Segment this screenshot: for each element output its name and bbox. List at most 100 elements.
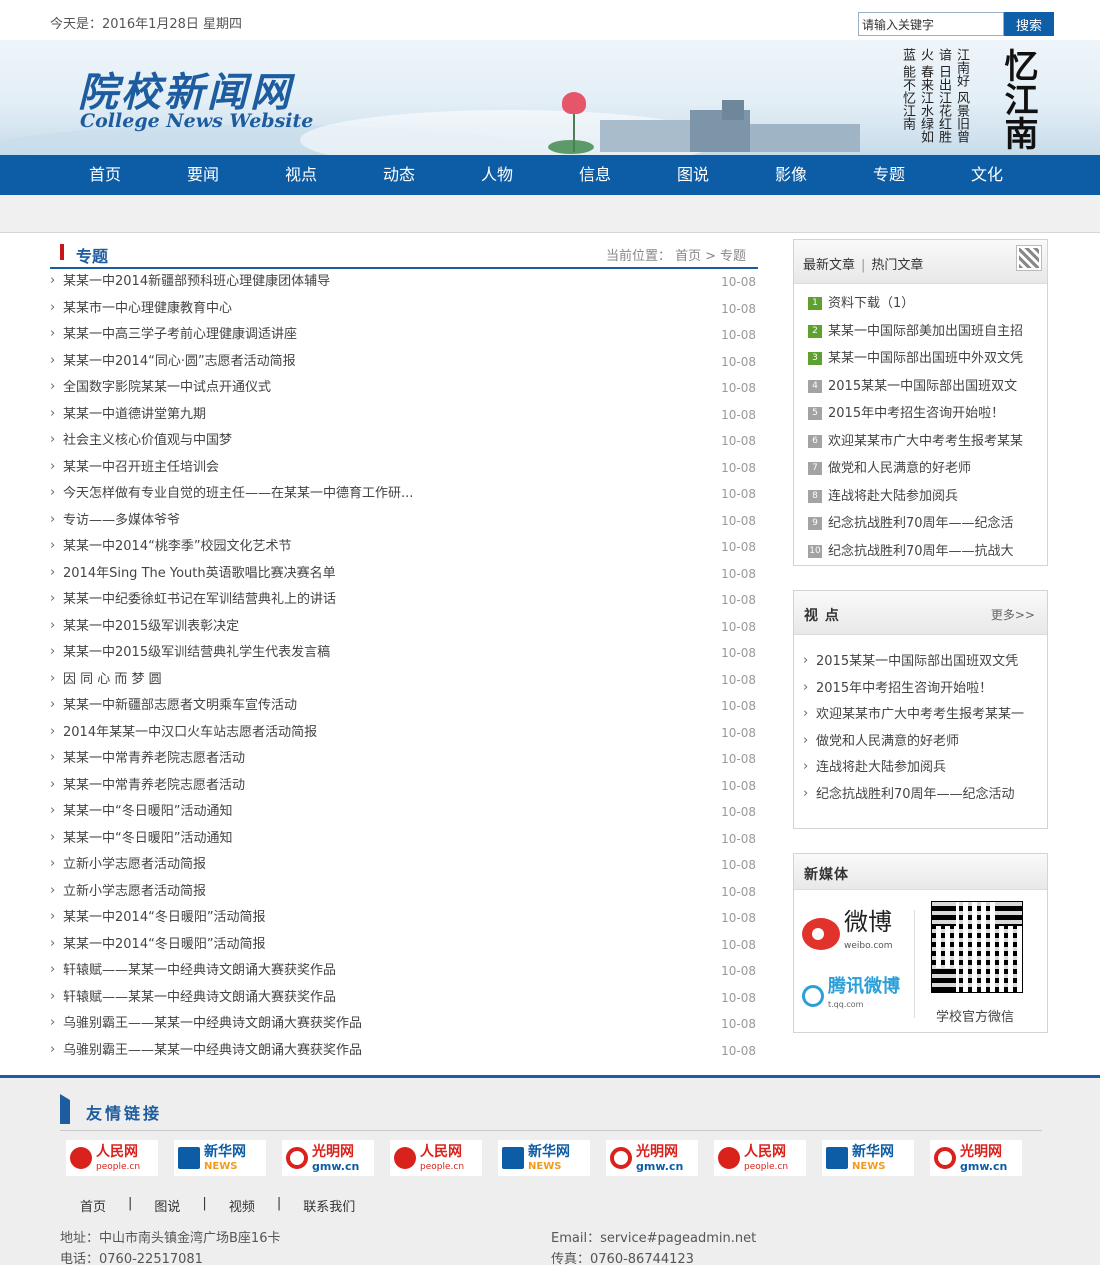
article-list-item[interactable]: 2014年Sing The Youth英语歌唱比赛决赛名单 10-08: [50, 560, 758, 588]
nav-item[interactable]: 信息: [546, 155, 644, 195]
article-title[interactable]: 专访——多媒体爷爷: [63, 513, 180, 528]
article-list-item[interactable]: 某某一中“冬日暖阳”活动通知 10-08: [50, 825, 758, 853]
nav-item[interactable]: 视点: [252, 155, 350, 195]
footer-nav-link[interactable]: 图说: [154, 1196, 180, 1215]
article-list-item[interactable]: 某某一中高三学子考前心理健康调适讲座 10-08: [50, 321, 758, 349]
article-list-item[interactable]: 乌骓别霸王——某某一中经典诗文朗诵大赛获奖作品 10-08: [50, 1037, 758, 1065]
viewpoint-item[interactable]: 欢迎某某市广大中考考生报考某某一: [794, 702, 1047, 729]
article-list-item[interactable]: 轩辕赋——某某一中经典诗文朗诵大赛获奖作品 10-08: [50, 957, 758, 985]
partner-logo-link[interactable]: 人民网 people.cn: [390, 1140, 482, 1176]
footer-nav-link[interactable]: 视频: [229, 1196, 255, 1215]
footer-nav-link[interactable]: 首页: [80, 1196, 106, 1215]
partner-logo-link[interactable]: 新华网 NEWS: [174, 1140, 266, 1176]
hot-article-item[interactable]: 1 资料下载（1）: [794, 290, 1047, 318]
hot-article-item[interactable]: 8 连战将赴大陆参加阅兵: [794, 483, 1047, 511]
hot-article-title[interactable]: 某某一中国际部出国班中外双文凭: [828, 351, 1023, 366]
article-list-item[interactable]: 因 同 心 而 梦 圆 10-08: [50, 666, 758, 694]
nav-item[interactable]: 要闻: [154, 155, 252, 195]
article-list-item[interactable]: 某某一中2014“冬日暖阳”活动简报 10-08: [50, 931, 758, 959]
tab-hot[interactable]: 热门文章: [871, 258, 923, 273]
article-title[interactable]: 乌骓别霸王——某某一中经典诗文朗诵大赛获奖作品: [63, 1043, 362, 1058]
article-title[interactable]: 某某一中2015级军训表彰决定: [63, 619, 239, 634]
article-title[interactable]: 某某一中2014“冬日暖阳”活动简报: [63, 937, 266, 952]
article-title[interactable]: 社会主义核心价值观与中国梦: [63, 433, 232, 448]
hot-article-item[interactable]: 10 纪念抗战胜利70周年——抗战大: [794, 538, 1047, 566]
weibo-link[interactable]: 微博 weibo.com: [802, 910, 893, 958]
hot-article-item[interactable]: 2 某某一中国际部美加出国班自主招: [794, 318, 1047, 346]
article-title[interactable]: 某某一中2015级军训结营典礼学生代表发言稿: [63, 645, 330, 660]
article-title[interactable]: 某某一中2014“冬日暖阳”活动简报: [63, 910, 266, 925]
article-title[interactable]: 某某一中“冬日暖阳”活动通知: [63, 804, 232, 819]
hot-article-item[interactable]: 4 2015某某一中国际部出国班双文: [794, 373, 1047, 401]
partner-logo-link[interactable]: 人民网 people.cn: [66, 1140, 158, 1176]
viewpoint-item[interactable]: 纪念抗战胜利70周年——纪念活动: [794, 782, 1047, 809]
hot-article-title[interactable]: 某某一中国际部美加出国班自主招: [828, 324, 1023, 339]
nav-item[interactable]: 人物: [448, 155, 546, 195]
article-title[interactable]: 全国数字影院某某一中试点开通仪式: [63, 380, 271, 395]
viewpoint-item[interactable]: 做党和人民满意的好老师: [794, 729, 1047, 756]
article-title[interactable]: 某某市一中心理健康教育中心: [63, 301, 232, 316]
nav-item[interactable]: 首页: [56, 155, 154, 195]
article-title[interactable]: 立新小学志愿者活动简报: [63, 884, 206, 899]
article-list-item[interactable]: 某某一中常青养老院志愿者活动 10-08: [50, 745, 758, 773]
hot-article-title[interactable]: 纪念抗战胜利70周年——抗战大: [828, 544, 1014, 559]
article-title[interactable]: 某某一中新疆部志愿者文明乘车宣传活动: [63, 698, 297, 713]
footer-nav-link[interactable]: 联系我们: [303, 1196, 355, 1215]
viewpoint-more-link[interactable]: 更多>>: [991, 606, 1035, 623]
article-list-item[interactable]: 全国数字影院某某一中试点开通仪式 10-08: [50, 374, 758, 402]
article-title[interactable]: 2014年某某一中汉口火车站志愿者活动简报: [63, 725, 317, 740]
article-list-item[interactable]: 某某一中2014“冬日暖阳”活动简报 10-08: [50, 904, 758, 932]
partner-logo-link[interactable]: 人民网 people.cn: [714, 1140, 806, 1176]
viewpoint-item[interactable]: 连战将赴大陆参加阅兵: [794, 755, 1047, 782]
article-title[interactable]: 某某一中高三学子考前心理健康调适讲座: [63, 327, 297, 342]
article-title[interactable]: 某某一中2014“同心·圆”志愿者活动简报: [63, 354, 296, 369]
article-title[interactable]: 乌骓别霸王——某某一中经典诗文朗诵大赛获奖作品: [63, 1016, 362, 1031]
nav-item[interactable]: 动态: [350, 155, 448, 195]
hot-article-title[interactable]: 纪念抗战胜利70周年——纪念活: [828, 516, 1014, 531]
article-title[interactable]: 因 同 心 而 梦 圆: [63, 672, 162, 687]
article-list-item[interactable]: 某某一中2014“桃李季”校园文化艺术节 10-08: [50, 533, 758, 561]
qr-code-icon[interactable]: [1016, 245, 1042, 271]
article-list-item[interactable]: 专访——多媒体爷爷 10-08: [50, 507, 758, 535]
article-title[interactable]: 某某一中常青养老院志愿者活动: [63, 778, 245, 793]
article-title[interactable]: 某某一中道德讲堂第九期: [63, 407, 206, 422]
article-list-item[interactable]: 乌骓别霸王——某某一中经典诗文朗诵大赛获奖作品 10-08: [50, 1010, 758, 1038]
search-input[interactable]: [858, 12, 1004, 36]
article-list-item[interactable]: 某某一中新疆部志愿者文明乘车宣传活动 10-08: [50, 692, 758, 720]
article-list-item[interactable]: 某某一中2015级军训表彰决定 10-08: [50, 613, 758, 641]
article-list-item[interactable]: 某某一中纪委徐虹书记在军训结营典礼上的讲话 10-08: [50, 586, 758, 614]
partner-logo-link[interactable]: 光明网 gmw.cn: [930, 1140, 1022, 1176]
nav-item[interactable]: 文化: [938, 155, 1036, 195]
hot-article-item[interactable]: 6 欢迎某某市广大中考考生报考某某: [794, 428, 1047, 456]
article-list-item[interactable]: 某某一中2014“同心·圆”志愿者活动简报 10-08: [50, 348, 758, 376]
hot-article-item[interactable]: 3 某某一中国际部出国班中外双文凭: [794, 345, 1047, 373]
breadcrumb-home-link[interactable]: 首页: [675, 249, 701, 264]
hot-article-item[interactable]: 9 纪念抗战胜利70周年——纪念活: [794, 510, 1047, 538]
article-title[interactable]: 某某一中常青养老院志愿者活动: [63, 751, 245, 766]
partner-logo-link[interactable]: 光明网 gmw.cn: [606, 1140, 698, 1176]
partner-logo-link[interactable]: 新华网 NEWS: [822, 1140, 914, 1176]
hot-article-item[interactable]: 5 2015年中考招生咨询开始啦！: [794, 400, 1047, 428]
article-list-item[interactable]: 某某一中“冬日暖阳”活动通知 10-08: [50, 798, 758, 826]
article-title[interactable]: 立新小学志愿者活动简报: [63, 857, 206, 872]
article-title[interactable]: 轩辕赋——某某一中经典诗文朗诵大赛获奖作品: [63, 990, 336, 1005]
article-title[interactable]: 某某一中召开班主任培训会: [63, 460, 219, 475]
hot-article-title[interactable]: 连战将赴大陆参加阅兵: [828, 489, 958, 504]
article-list-item[interactable]: 2014年某某一中汉口火车站志愿者活动简报 10-08: [50, 719, 758, 747]
article-list-item[interactable]: 立新小学志愿者活动简报 10-08: [50, 851, 758, 879]
hot-article-title[interactable]: 欢迎某某市广大中考考生报考某某: [828, 434, 1023, 449]
viewpoint-item[interactable]: 2015某某一中国际部出国班双文凭: [794, 649, 1047, 676]
article-list-item[interactable]: 某某一中道德讲堂第九期 10-08: [50, 401, 758, 429]
article-title[interactable]: 轩辕赋——某某一中经典诗文朗诵大赛获奖作品: [63, 963, 336, 978]
tencent-weibo-link[interactable]: 腾讯微博 t.qq.com: [802, 978, 900, 1014]
partner-logo-link[interactable]: 新华网 NEWS: [498, 1140, 590, 1176]
article-title[interactable]: 某某一中纪委徐虹书记在军训结营典礼上的讲话: [63, 592, 336, 607]
hot-article-title[interactable]: 资料下载（1）: [828, 296, 914, 311]
article-list-item[interactable]: 社会主义核心价值观与中国梦 10-08: [50, 427, 758, 455]
article-list-item[interactable]: 某某一中常青养老院志愿者活动 10-08: [50, 772, 758, 800]
article-title[interactable]: 今天怎样做有专业自觉的班主任——在某某一中德育工作研...: [63, 486, 413, 501]
nav-item[interactable]: 影像: [742, 155, 840, 195]
article-list-item[interactable]: 某某一中2014新疆部预科班心理健康团体辅导 10-08: [50, 268, 758, 296]
hot-article-title[interactable]: 做党和人民满意的好老师: [828, 461, 971, 476]
article-title[interactable]: 某某一中“冬日暖阳”活动通知: [63, 831, 232, 846]
